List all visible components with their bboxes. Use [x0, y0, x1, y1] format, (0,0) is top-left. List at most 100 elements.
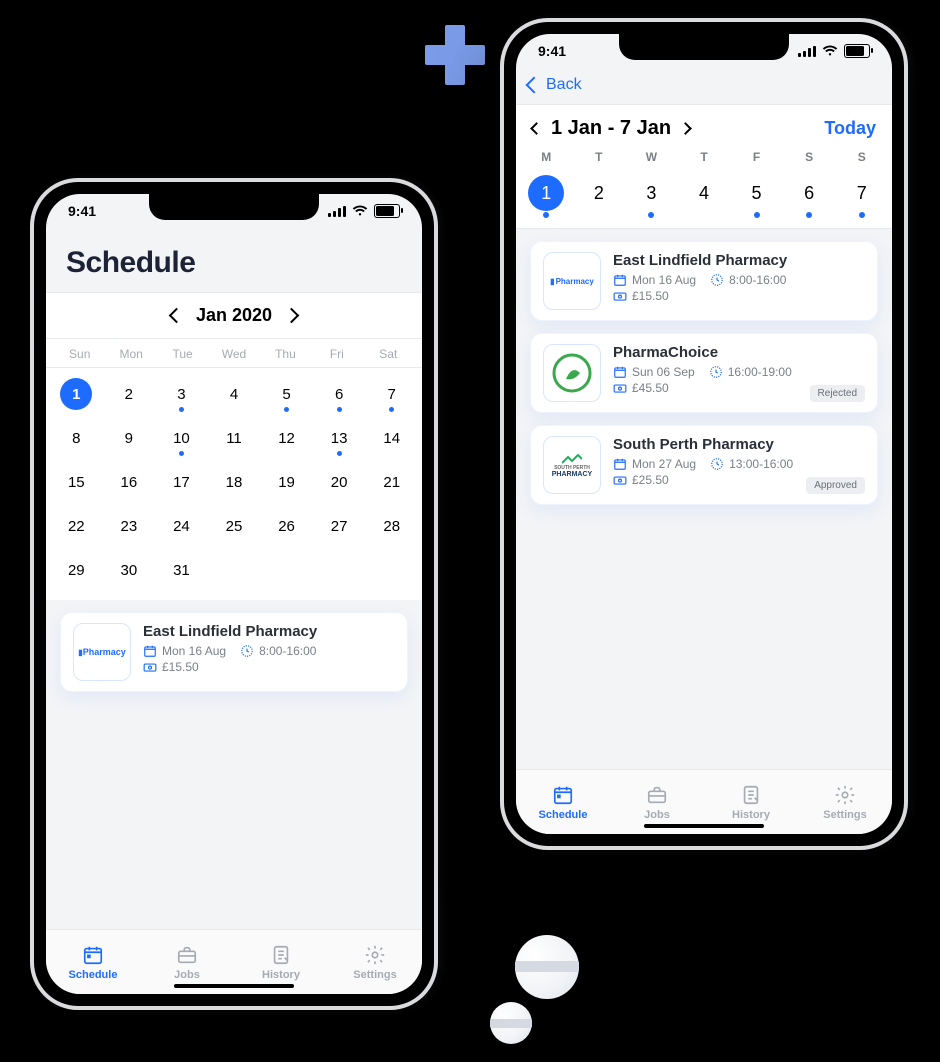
phone-b: 9:41 Back 1 Jan - 7 Jan: [500, 18, 908, 850]
week-day[interactable]: 3: [625, 168, 678, 218]
weekday-header: Sat: [363, 347, 414, 361]
job-name: PharmaChoice: [613, 344, 865, 361]
phone-notch: [149, 194, 319, 220]
phone-notch: [619, 34, 789, 60]
calendar-day[interactable]: 9: [103, 416, 156, 460]
job-time: 8:00-16:00: [240, 644, 316, 658]
week-day[interactable]: 6: [783, 168, 836, 218]
job-rate: £25.50: [613, 473, 669, 487]
weekday-header: F: [730, 150, 783, 168]
calendar-day[interactable]: 1: [50, 372, 103, 416]
calendar-day[interactable]: 7: [365, 372, 418, 416]
pharmacy-logo: [543, 344, 601, 402]
job-card[interactable]: SOUTH PERTHPHARMACY South Perth Pharmacy M…: [530, 425, 878, 505]
briefcase-icon: [176, 944, 198, 966]
history-icon: [270, 944, 292, 966]
pharmacy-logo: SOUTH PERTHPHARMACY: [543, 436, 601, 494]
calendar-day[interactable]: 29: [50, 548, 103, 592]
calendar-day[interactable]: 20: [313, 460, 366, 504]
job-card[interactable]: ▮PharmacyEast Lindfield PharmacyMon 16 A…: [530, 241, 878, 321]
prev-week-button[interactable]: [530, 122, 543, 135]
weekday-header: Sun: [54, 347, 105, 361]
job-time: 16:00-19:00: [709, 365, 792, 379]
week-day[interactable]: 2: [573, 168, 626, 218]
home-indicator: [644, 824, 764, 828]
job-date: Mon 27 Aug: [613, 457, 696, 471]
calendar-day[interactable]: 10: [155, 416, 208, 460]
calendar-day[interactable]: 22: [50, 504, 103, 548]
tab-label: Settings: [353, 969, 396, 981]
calendar-day[interactable]: 21: [365, 460, 418, 504]
calendar-day[interactable]: 13: [313, 416, 366, 460]
calendar-day[interactable]: 30: [103, 548, 156, 592]
calendar-day[interactable]: 3: [155, 372, 208, 416]
calendar-day[interactable]: 28: [365, 504, 418, 548]
weekday-header: Mon: [105, 347, 156, 361]
weekday-header: T: [573, 150, 626, 168]
tab-settings[interactable]: Settings: [328, 944, 422, 981]
calendar-day[interactable]: 2: [103, 372, 156, 416]
today-button[interactable]: Today: [824, 118, 876, 139]
gear-icon: [364, 944, 386, 966]
tab-label: History: [262, 969, 300, 981]
phone-a: 9:41 Schedule Jan 2020 SunMonTueWedThuFr…: [30, 178, 438, 1010]
calendar-day[interactable]: 18: [208, 460, 261, 504]
signal-icon: [328, 206, 346, 217]
job-name: South Perth Pharmacy: [613, 436, 865, 453]
job-time: 8:00-16:00: [710, 273, 786, 287]
home-indicator: [174, 984, 294, 988]
job-rate: £15.50: [613, 289, 669, 303]
calendar-day[interactable]: 5: [260, 372, 313, 416]
tab-label: Jobs: [174, 969, 200, 981]
calendar-day[interactable]: 26: [260, 504, 313, 548]
battery-icon: [374, 204, 400, 218]
weekday-header: S: [835, 150, 888, 168]
calendar-day[interactable]: 4: [208, 372, 261, 416]
status-time: 9:41: [538, 43, 566, 59]
calendar-day[interactable]: 15: [50, 460, 103, 504]
tab-label: Jobs: [644, 809, 670, 821]
calendar-day[interactable]: 11: [208, 416, 261, 460]
calendar-day[interactable]: 14: [365, 416, 418, 460]
calendar-day[interactable]: 23: [103, 504, 156, 548]
tab-schedule[interactable]: Schedule: [516, 784, 610, 821]
tab-schedule[interactable]: Schedule: [46, 944, 140, 981]
pill-decoration-small: [490, 1002, 532, 1044]
calendar-day[interactable]: 6: [313, 372, 366, 416]
job-rate: £15.50: [143, 660, 199, 674]
week-day[interactable]: 1: [520, 168, 573, 218]
job-rate: £45.50: [613, 381, 669, 395]
weekday-header: Tue: [157, 347, 208, 361]
month-selector: Jan 2020: [46, 292, 422, 339]
week-day[interactable]: 4: [678, 168, 731, 218]
job-card[interactable]: PharmaChoiceSun 06 Sep16:00-19:00£45.50R…: [530, 333, 878, 413]
tab-jobs[interactable]: Jobs: [140, 944, 234, 981]
calendar-day[interactable]: 27: [313, 504, 366, 548]
tab-settings[interactable]: Settings: [798, 784, 892, 821]
tab-history[interactable]: History: [234, 944, 328, 981]
month-label: Jan 2020: [196, 305, 272, 326]
week-day[interactable]: 7: [835, 168, 888, 218]
calendar-day[interactable]: 8: [50, 416, 103, 460]
tab-history[interactable]: History: [704, 784, 798, 821]
calendar-day[interactable]: 24: [155, 504, 208, 548]
prev-month-button[interactable]: [169, 308, 185, 324]
next-week-button[interactable]: [679, 122, 692, 135]
week-day[interactable]: 5: [730, 168, 783, 218]
gear-icon: [834, 784, 856, 806]
calendar-day[interactable]: 17: [155, 460, 208, 504]
calendar-day[interactable]: 16: [103, 460, 156, 504]
job-date: Mon 16 Aug: [143, 644, 226, 658]
calendar-day[interactable]: 19: [260, 460, 313, 504]
tab-jobs[interactable]: Jobs: [610, 784, 704, 821]
calendar-day[interactable]: 25: [208, 504, 261, 548]
next-month-button[interactable]: [284, 308, 300, 324]
weekday-header: M: [520, 150, 573, 168]
calendar-day[interactable]: 12: [260, 416, 313, 460]
weekday-header: Thu: [260, 347, 311, 361]
back-button[interactable]: Back: [516, 68, 892, 105]
job-card[interactable]: ▮Pharmacy East Lindfield Pharmacy Mon 16…: [60, 612, 408, 692]
calendar-day[interactable]: 31: [155, 548, 208, 592]
status-badge: Approved: [806, 477, 865, 494]
tab-label: Schedule: [69, 969, 118, 981]
